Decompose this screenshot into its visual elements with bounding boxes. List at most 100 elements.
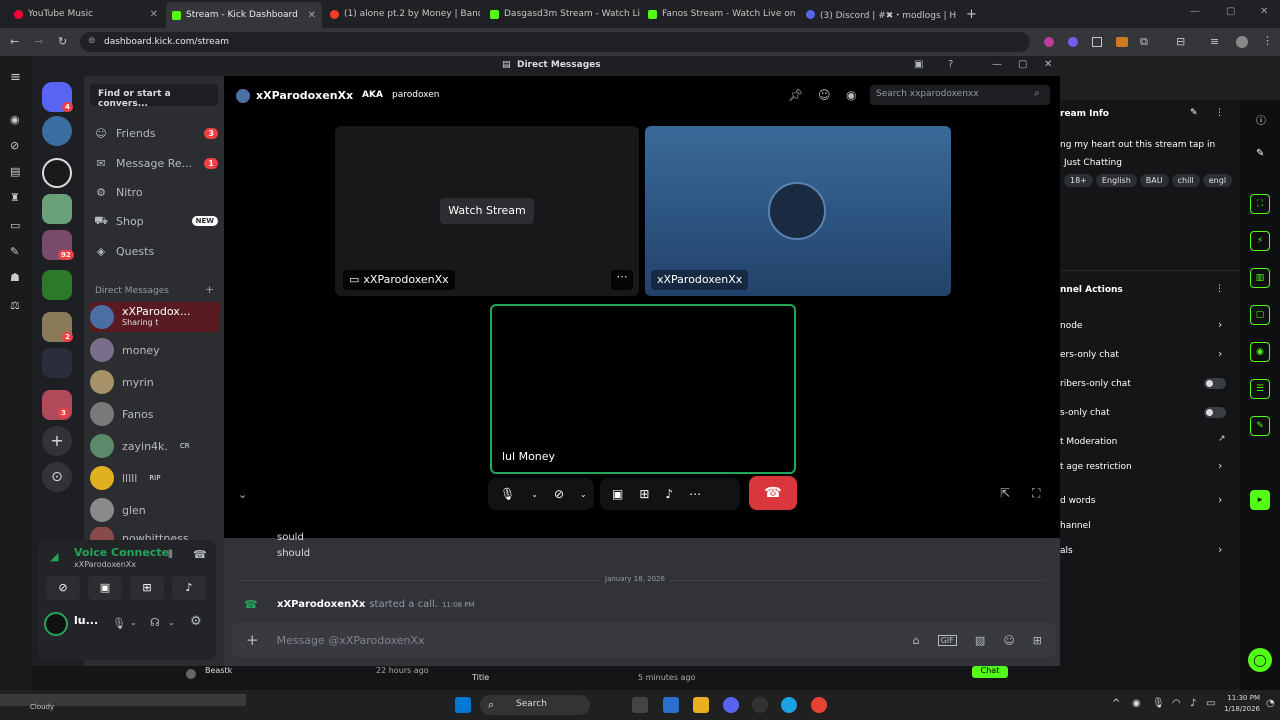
tab-youtube-music[interactable]: YouTube Music ✕ (8, 4, 164, 24)
reload-icon[interactable]: ↻ (58, 35, 67, 48)
edit-icon[interactable]: ✎ (1256, 148, 1264, 159)
chevron-right-icon[interactable]: › (1218, 318, 1222, 331)
link-icon[interactable]: ⊘ (10, 140, 22, 152)
gif-icon[interactable]: GIF (937, 634, 957, 646)
share-screen-icon[interactable]: ▣ (612, 487, 623, 501)
dm-item-money[interactable]: money (90, 335, 220, 365)
more-options-icon[interactable]: ⋯ (611, 270, 633, 290)
dm-item-fanos[interactable]: Fanos (90, 399, 220, 429)
emotes-only-toggle[interactable] (1204, 407, 1226, 418)
tools-icon[interactable]: ✎ (10, 246, 22, 258)
minimize-window-icon[interactable]: — (1190, 6, 1200, 17)
dm-search-input[interactable]: Find or start a convers... (90, 84, 218, 109)
nav-friends[interactable]: ☺ Friends 3 (94, 122, 218, 144)
close-window-icon[interactable]: ✕ (1044, 59, 1052, 70)
forward-icon[interactable]: → (34, 35, 43, 48)
reading-list-icon[interactable]: ≡ (1210, 35, 1219, 48)
rail-button-active[interactable]: ▸ (1250, 490, 1270, 510)
add-attachment-icon[interactable]: + (246, 631, 259, 649)
site-info-icon[interactable]: ⊜ (88, 36, 96, 46)
user-avatar[interactable] (44, 612, 68, 636)
tag-chip[interactable]: engl (1202, 174, 1233, 187)
server-icon[interactable] (42, 116, 72, 146)
pop-out-icon[interactable]: ⇱ (1000, 486, 1010, 500)
tab-bandlab[interactable]: (1) alone pt.2 by Money | Band✕ (324, 4, 480, 24)
search-input[interactable]: Search xxparodoxenxx ⌕ (870, 85, 1050, 105)
tag-chip[interactable]: BAU (1139, 174, 1169, 187)
add-server-icon[interactable]: + (42, 426, 72, 456)
collapse-chevron-icon[interactable]: ⌄ (238, 488, 247, 501)
user-profile-icon[interactable]: ◉ (846, 88, 856, 102)
address-bar[interactable]: ⊜ dashboard.kick.com/stream (80, 32, 1030, 52)
tab-discord[interactable]: (3) Discord | #✖・modlogs | Hol✕ (800, 4, 956, 24)
nav-nitro[interactable]: ⚙ Nitro (94, 181, 218, 203)
extension-icon[interactable] (1092, 37, 1102, 47)
tab-fanos[interactable]: Fanos Stream - Watch Live on K✕ (642, 4, 798, 24)
close-tab-icon[interactable]: ✕ (150, 9, 158, 20)
chevron-right-icon[interactable]: › (1218, 543, 1222, 556)
chevron-down-icon[interactable]: ⌄ (531, 490, 538, 499)
rail-button[interactable]: ✎ (1250, 416, 1270, 436)
users-icon[interactable]: ☗ (10, 272, 22, 284)
message-input[interactable]: + Message @xXParodoxenXx ⌂ GIF ▨ ☺ ⊞ (232, 622, 1056, 658)
extension-icon[interactable] (1068, 37, 1078, 47)
action-age-restriction[interactable]: t age restriction (1060, 462, 1132, 472)
server-folder[interactable] (42, 270, 72, 300)
maximize-window-icon[interactable]: ▢ (1018, 59, 1027, 70)
emoji-icon[interactable]: ☺ (1003, 634, 1014, 647)
chevron-right-icon[interactable]: › (1218, 347, 1222, 360)
headphones-icon[interactable]: ☊ (150, 616, 160, 629)
camera-off-button[interactable]: ⊘ (46, 576, 80, 600)
server-icon[interactable]: 3 (42, 390, 72, 420)
user-tile-xxparodoxenxx[interactable]: xXParodoxenXx (645, 126, 951, 296)
camera-off-icon[interactable]: ⊘ (554, 487, 564, 501)
tab-kick-dashboard[interactable]: Stream - Kick Dashboard ✕ (166, 2, 322, 28)
close-window-icon[interactable]: ✕ (1260, 6, 1268, 17)
add-friends-icon[interactable]: ☺ (818, 88, 831, 102)
subscribers-only-toggle[interactable] (1204, 378, 1226, 389)
edit-icon[interactable]: ✎ (1190, 108, 1198, 118)
discord-taskbar-icon[interactable] (723, 697, 739, 713)
activities-button[interactable]: ⊞ (130, 576, 164, 600)
rail-button[interactable]: ▥ (1250, 268, 1270, 288)
weather-widget[interactable]: Cloudy (0, 694, 246, 711)
server-icon[interactable] (42, 194, 72, 224)
action-banned-words[interactable]: d words (1060, 496, 1095, 506)
username[interactable]: lu... (74, 614, 98, 627)
tag-chip[interactable]: English (1095, 174, 1137, 187)
microphone-icon[interactable]: 🎙︎ (500, 487, 515, 501)
more-icon[interactable]: ⋮ (1215, 284, 1224, 294)
action-slow-mode[interactable]: node (1060, 321, 1082, 331)
tab-dasgasd3m[interactable]: Dasgasd3m Stream - Watch Liv✕ (484, 4, 640, 24)
obs-icon[interactable] (752, 697, 768, 713)
info-icon[interactable]: ⓘ (1256, 112, 1266, 127)
create-dm-icon[interactable]: + (205, 283, 214, 296)
media-control-icon[interactable]: ⊟ (1176, 35, 1185, 48)
tray-app-icon[interactable]: ◉ (1132, 698, 1141, 709)
microphone-icon[interactable]: 🎙︎ (112, 617, 126, 630)
browser-menu-icon[interactable]: ⋮ (1262, 34, 1273, 47)
battery-icon[interactable]: ▭ (1206, 698, 1215, 709)
clock[interactable]: 11:30 PM 1/18/2026 (1222, 693, 1260, 715)
activities-icon[interactable]: ⊞ (639, 487, 649, 501)
fullscreen-icon[interactable]: ⛶ (1032, 486, 1040, 501)
action-followers-only[interactable]: ers-only chat (1060, 350, 1119, 360)
discover-icon[interactable]: ⊙ (42, 462, 72, 492)
layout-icon[interactable]: ▭ (10, 220, 22, 232)
inbox-icon[interactable]: ▣ (914, 59, 923, 70)
maximize-window-icon[interactable]: ▢ (1226, 6, 1235, 17)
stream-icon[interactable]: ◉ (10, 114, 22, 126)
store-icon[interactable] (663, 697, 679, 713)
disconnect-icon[interactable]: ☎ (193, 548, 207, 561)
dm-item-zayin4k[interactable]: zayin4k. CR (90, 431, 220, 461)
channel-name[interactable]: Beastk (205, 666, 232, 675)
chevron-right-icon[interactable]: › (1218, 459, 1222, 472)
end-call-button[interactable]: ☎ (749, 476, 797, 510)
chevron-down-icon[interactable]: ⌄ (168, 618, 175, 627)
moderation-icon[interactable]: ⚖ (10, 300, 22, 312)
wifi-icon[interactable]: ◠ (1172, 698, 1181, 709)
external-link-icon[interactable]: ↗ (1218, 434, 1226, 444)
nav-shop[interactable]: ⛟ Shop NEW (94, 210, 218, 232)
start-windows-icon[interactable] (455, 697, 471, 713)
action-moderation[interactable]: t Moderation (1060, 437, 1117, 447)
